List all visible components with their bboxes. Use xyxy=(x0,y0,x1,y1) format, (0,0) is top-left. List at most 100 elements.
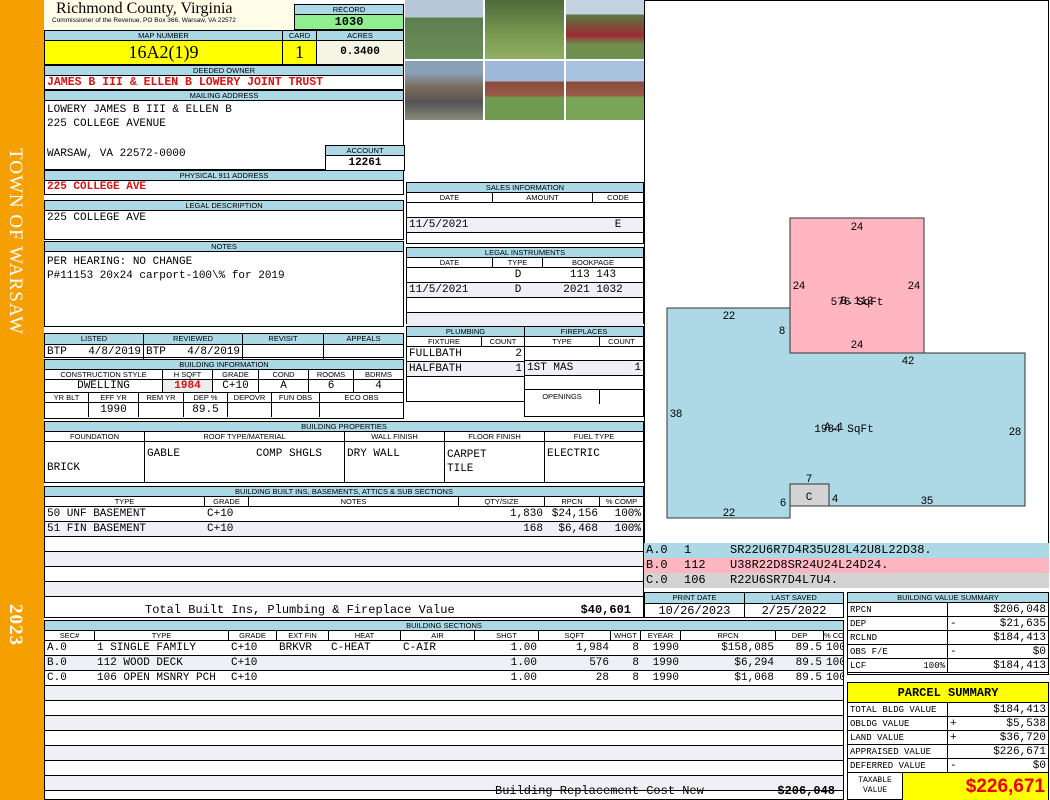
table-cell xyxy=(401,656,475,670)
col-header: GRADE xyxy=(229,631,277,641)
property-photo[interactable] xyxy=(565,0,644,59)
table-cell xyxy=(407,203,493,217)
sketch-line-sec: A.0 xyxy=(646,543,668,557)
value-label: LCF xyxy=(850,661,867,671)
col-header: TYPE xyxy=(95,631,229,641)
table-cell: D xyxy=(514,269,522,281)
table-cell: 2021 1032 xyxy=(563,284,623,296)
value-amount: $21,635 xyxy=(999,618,1046,630)
table-cell xyxy=(45,701,95,715)
reviewed-header: REVIEWED xyxy=(144,334,243,344)
table-cell: $1,068 xyxy=(734,672,774,684)
table-cell: 8 xyxy=(632,672,639,684)
property-photo[interactable] xyxy=(565,61,644,120)
table-cell: 89.5 xyxy=(795,672,822,684)
taxable-value: $226,671 xyxy=(903,773,1048,800)
parcel-sign xyxy=(948,703,963,716)
parcel-label: APPRAISED VALUE xyxy=(848,745,948,758)
table-cell: 1,984 xyxy=(575,642,609,654)
table-cell xyxy=(475,686,539,700)
table-cell xyxy=(493,218,593,232)
sales-label: SALES INFORMATION xyxy=(407,183,643,193)
table-cell xyxy=(611,761,641,775)
property-photo[interactable] xyxy=(405,0,484,59)
table-cell: C+10 xyxy=(207,523,234,535)
table-cell xyxy=(45,582,205,596)
table-row: B.0 112 WOOD DECK C+10 1.00 576 8 1990 $6,294 89… xyxy=(45,656,843,671)
table-row xyxy=(45,567,643,582)
roof-material: COMP SHGLS xyxy=(255,448,322,460)
table-cell xyxy=(329,731,401,745)
table-cell xyxy=(459,552,545,566)
table-cell xyxy=(45,776,95,790)
building-info-label: BUILDING INFORMATION xyxy=(45,360,403,370)
sketch-section-b[interactable] xyxy=(789,217,925,354)
table-cell xyxy=(95,716,229,730)
dim-label: 24 xyxy=(851,339,863,351)
table-cell xyxy=(329,761,401,775)
table-row: C.0 106 OPEN MSNRY PCH C+10 1.00 28 8 1990 $1,0… xyxy=(45,671,843,686)
table-cell xyxy=(205,582,249,596)
builtins-label: BUILDING BUILT INS, BASEMENTS, ATTICS & … xyxy=(45,487,643,497)
dim-label: 28 xyxy=(1009,426,1021,438)
parcel-row: DEFERRED VALUE - $0 xyxy=(848,759,1048,773)
openings-label: OPENINGS xyxy=(525,390,600,404)
parcel-row: OBLDG VALUE + $5,538 xyxy=(848,717,1048,731)
table-cell: 1,830 xyxy=(509,508,543,520)
sketch-line-path: SR22U6R7D4R35U28L42U8L22D38. xyxy=(730,543,932,557)
builtins-total: $40,601 xyxy=(580,603,631,617)
instruments-box: LEGAL INSTRUMENTS DATE TYPE BOOKPAGE D 113 … xyxy=(406,247,644,328)
sketch-line: A.0 1 SR22U6R7D4R35U28L42U8L22D38. xyxy=(644,543,1049,558)
table-cell xyxy=(776,731,824,745)
col-header: FUN OBS xyxy=(272,393,320,403)
table-cell xyxy=(600,537,643,551)
physical-label: PHYSICAL 911 ADDRESS xyxy=(45,171,403,181)
value-pct xyxy=(908,645,948,658)
col-header: TYPE xyxy=(493,258,543,268)
table-cell xyxy=(593,233,643,247)
table-cell: C-HEAT xyxy=(331,642,371,654)
col-header: ROOF TYPE/MATERIAL xyxy=(145,432,345,442)
value-sign xyxy=(948,603,963,616)
table-cell xyxy=(459,537,545,551)
table-cell xyxy=(776,716,824,730)
table-row xyxy=(45,746,843,761)
effective-year: 1990 xyxy=(89,403,139,417)
table-cell xyxy=(205,552,249,566)
county-title: Richmond County, Virginia xyxy=(56,0,233,17)
sketch-label: C xyxy=(806,492,813,504)
col-header: SEC# xyxy=(45,631,95,641)
sections-box: BUILDING SECTIONS SEC# TYPE GRADE EXT FIN HE… xyxy=(44,620,844,800)
table-cell xyxy=(681,761,776,775)
table-cell xyxy=(407,233,493,247)
table-cell xyxy=(277,746,329,760)
table-cell xyxy=(205,567,249,581)
property-photo[interactable] xyxy=(485,0,564,59)
table-cell xyxy=(641,686,681,700)
legal-label: LEGAL DESCRIPTION xyxy=(45,201,403,211)
wall-finish: DRY WALL xyxy=(345,442,445,482)
table-cell xyxy=(329,671,401,685)
parcel-sign: - xyxy=(950,760,957,772)
col-header: AMOUNT xyxy=(493,193,593,203)
construction-style: DWELLING xyxy=(45,380,163,392)
listed-by: BTP xyxy=(47,346,67,358)
table-cell xyxy=(611,686,641,700)
table-cell: $158,085 xyxy=(721,642,774,654)
table-cell xyxy=(545,552,600,566)
property-photo[interactable] xyxy=(485,61,564,120)
col-header: COUNT xyxy=(600,337,643,347)
table-cell: 106 OPEN MSNRY PCH xyxy=(97,672,216,684)
value-summary-box: BUILDING VALUE SUMMARY RPCN $206,048 DEP - $… xyxy=(847,592,1049,675)
table-cell xyxy=(824,686,843,700)
table-cell xyxy=(776,686,824,700)
table-cell xyxy=(641,761,681,775)
dim-label: 7 xyxy=(806,473,812,485)
table-cell xyxy=(824,761,843,775)
roof-type: GABLE xyxy=(147,448,181,460)
mailing-label: MAILING ADDRESS xyxy=(45,91,403,101)
property-photo[interactable] xyxy=(405,61,484,120)
table-cell: $24,156 xyxy=(551,508,598,520)
table-cell xyxy=(205,537,249,551)
floor-finish: CARPET xyxy=(447,449,487,461)
